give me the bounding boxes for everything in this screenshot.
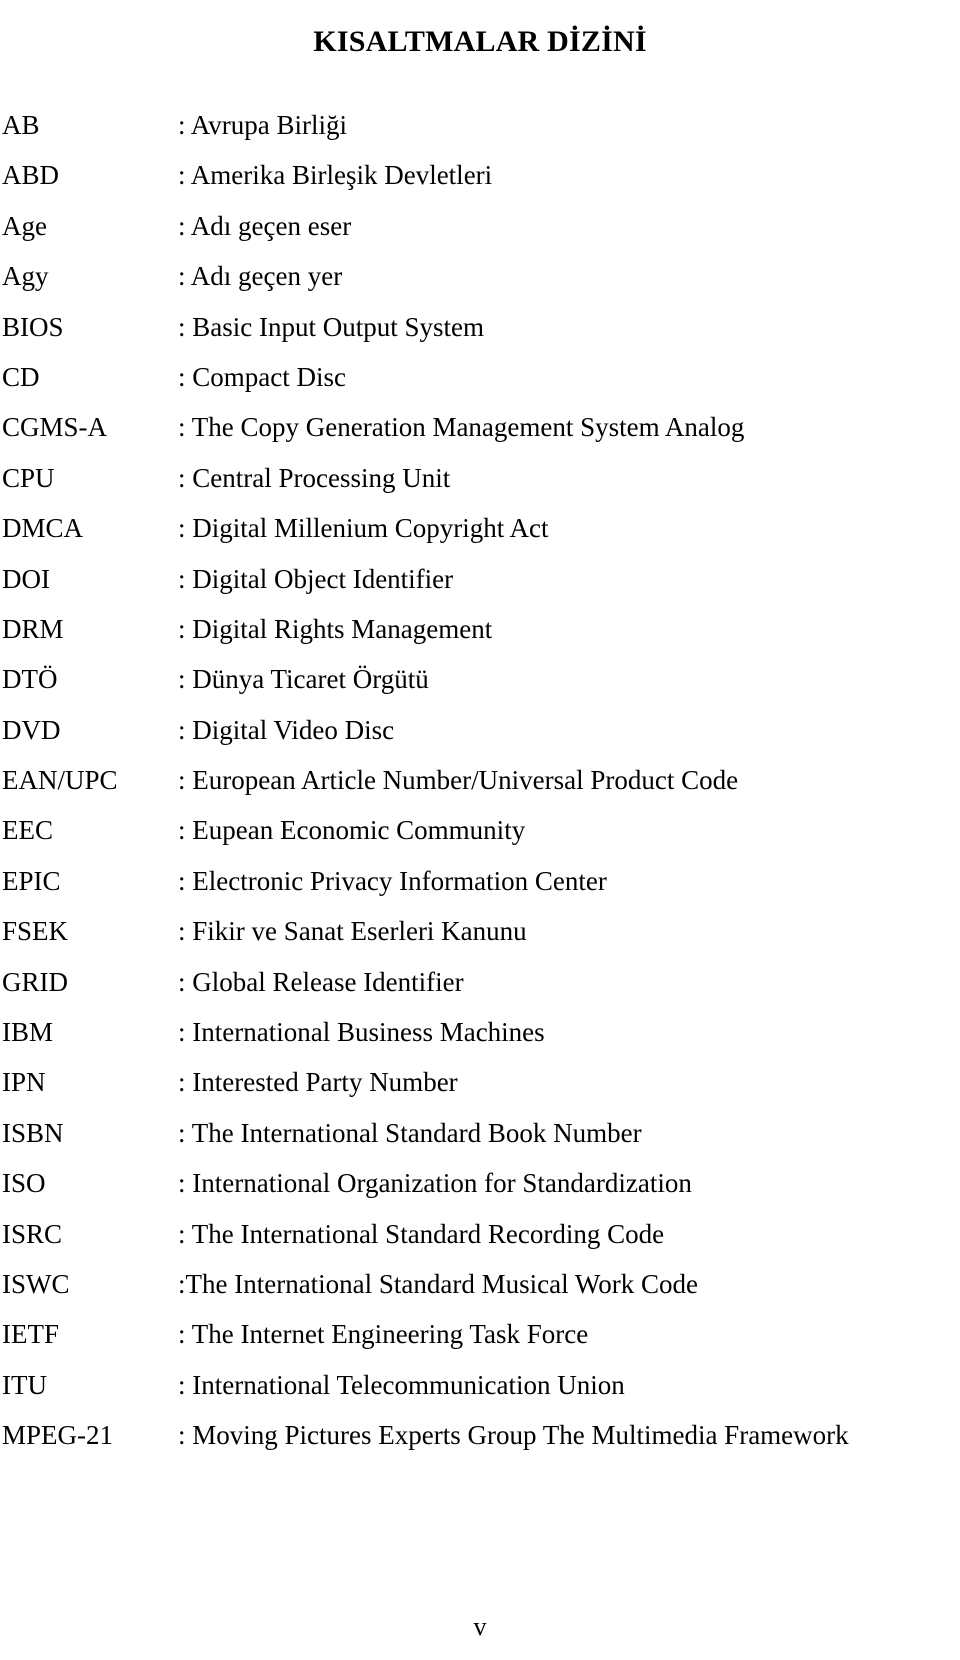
abbreviation-definition: : Digital Object Identifier (178, 563, 454, 594)
abbreviation-row: EEC : Eupean Economic Community (0, 805, 960, 855)
abbreviation-row: DTÖ : Dünya Ticaret Örgütü (0, 654, 960, 704)
abbreviation-term: IPN (2, 1067, 46, 1098)
abbreviation-term: MPEG-21 (2, 1420, 114, 1451)
abbreviation-definition: : International Business Machines (178, 1017, 545, 1048)
abbreviation-definition: : Interested Party Number (178, 1067, 458, 1098)
abbreviation-row: EPIC : Electronic Privacy Information Cen… (0, 856, 960, 906)
abbreviation-row: Age : Adı geçen eser (0, 201, 960, 251)
abbreviation-definition: : Amerika Birleşik Devletleri (178, 160, 493, 191)
abbreviation-term: AB (2, 110, 40, 140)
abbreviation-row: CPU : Central Processing Unit (0, 453, 960, 503)
page-title: KISALTMALAR DİZİNİ (313, 25, 647, 59)
abbreviation-term: ISRC (2, 1218, 63, 1249)
abbreviation-definition: : The Internet Engineering Task Force (178, 1319, 589, 1350)
abbreviation-definition: : Adı geçen eser (178, 210, 352, 241)
abbreviation-term: EEC (2, 815, 53, 846)
abbreviation-term: EPIC (2, 865, 61, 896)
document-page: KISALTMALAR DİZİNİ AB : Avrupa Birliği ABD… (0, 0, 960, 1660)
abbreviation-row: CGMS-A : The Copy Generation Management S… (0, 402, 960, 452)
abbreviation-definition: : The International Standard Recording C… (178, 1218, 665, 1249)
abbreviation-row: MPEG-21 : Moving Pictures Experts Group T… (0, 1410, 960, 1460)
abbreviation-term: ISWC (2, 1268, 70, 1299)
page-number: v (473, 1612, 487, 1641)
abbreviation-term: IETF (2, 1319, 59, 1350)
abbreviation-definition: : International Telecommunication Union (178, 1369, 625, 1400)
abbreviation-row: IBM : International Business Machines (0, 1007, 960, 1057)
abbreviation-term: Age (2, 210, 47, 241)
abbreviation-row: DOI : Digital Object Identifier (0, 554, 960, 604)
abbreviation-definition: : Eupean Economic Community (178, 815, 526, 846)
abbreviation-term: DMCA (2, 513, 84, 544)
abbreviation-definition: : Dünya Ticaret Örgütü (178, 664, 429, 695)
abbreviation-row: Agy : Adı geçen yer (0, 251, 960, 301)
abbreviation-term: DVD (2, 714, 61, 745)
abbreviation-term: GRID (2, 966, 68, 997)
abbreviation-row: DVD : Digital Video Disc (0, 705, 960, 755)
abbreviation-definition: :The International Standard Musical Work… (178, 1268, 698, 1299)
abbreviation-term: IBM (2, 1017, 54, 1048)
abbreviation-row: ISO : International Organization for Stan… (0, 1158, 960, 1208)
abbreviation-term: CD (2, 361, 40, 392)
abbreviation-row: DRM : Digital Rights Management (0, 604, 960, 654)
abbreviation-definition: : Digital Millenium Copyright Act (178, 513, 549, 544)
abbreviation-row: ISRC : The International Standard Recordi… (0, 1209, 960, 1259)
abbreviation-row: IETF : The Internet Engineering Task Forc… (0, 1309, 960, 1359)
abbreviation-row: CD : Compact Disc (0, 352, 960, 402)
abbreviation-definition: : Central Processing Unit (178, 462, 451, 493)
abbreviation-definition: : Adı geçen yer (178, 261, 343, 292)
abbreviation-definition: : Digital Video Disc (178, 714, 395, 745)
abbreviation-definition: : The International Standard Book Number (178, 1117, 642, 1148)
abbreviation-term: EAN/UPC (2, 765, 118, 796)
abbreviation-definition: : Moving Pictures Experts Group The Mult… (178, 1420, 849, 1451)
abbreviation-definition: : Avrupa Birliği (178, 110, 347, 140)
abbreviation-term: ABD (2, 160, 60, 191)
abbreviation-term: Agy (2, 261, 49, 292)
abbreviation-definition: : Digital Rights Management (178, 613, 493, 644)
abbreviation-definition: : Compact Disc (178, 361, 346, 392)
abbreviation-definition: : European Article Number/Universal Prod… (178, 765, 739, 796)
abbreviation-row: AB : Avrupa Birliği (0, 100, 960, 150)
abbreviation-term: FSEK (2, 916, 69, 947)
abbreviation-definition: : Electronic Privacy Information Center (178, 865, 607, 896)
abbreviation-row: DMCA : Digital Millenium Copyright Act (0, 503, 960, 553)
abbreviation-term: ISBN (2, 1117, 64, 1148)
abbreviation-term: CGMS-A (2, 412, 108, 443)
abbreviation-row: ISWC :The International Standard Musical … (0, 1259, 960, 1309)
abbreviation-term: CPU (2, 462, 55, 493)
abbreviation-row: EAN/UPC : European Article Number/Univers… (0, 755, 960, 805)
abbreviation-term: DTÖ (2, 664, 58, 695)
abbreviation-row: ISBN : The International Standard Book Nu… (0, 1108, 960, 1158)
abbreviation-row: FSEK : Fikir ve Sanat Eserleri Kanunu (0, 906, 960, 956)
abbreviation-definition: : The Copy Generation Management System … (178, 412, 745, 443)
abbreviation-term: ITU (2, 1369, 47, 1400)
abbreviation-definition: : Basic Input Output System (178, 311, 484, 342)
abbreviation-list: AB : Avrupa Birliği ABD : Amerika Birleşik … (0, 100, 960, 1461)
abbreviation-definition: : International Organization for Standar… (178, 1168, 692, 1199)
abbreviation-row: BIOS : Basic Input Output System (0, 302, 960, 352)
abbreviation-definition: : Fikir ve Sanat Eserleri Kanunu (178, 916, 527, 947)
abbreviation-term: BIOS (2, 311, 64, 342)
abbreviation-term: ISO (2, 1168, 46, 1199)
abbreviation-row: GRID : Global Release Identifier (0, 957, 960, 1007)
abbreviation-row: ABD : Amerika Birleşik Devletleri (0, 150, 960, 200)
abbreviation-term: DRM (2, 613, 64, 644)
abbreviation-row: ITU : International Telecommunication Uni… (0, 1360, 960, 1410)
abbreviation-term: DOI (2, 563, 50, 594)
abbreviation-definition: : Global Release Identifier (178, 966, 464, 997)
abbreviation-row: IPN : Interested Party Number (0, 1057, 960, 1107)
